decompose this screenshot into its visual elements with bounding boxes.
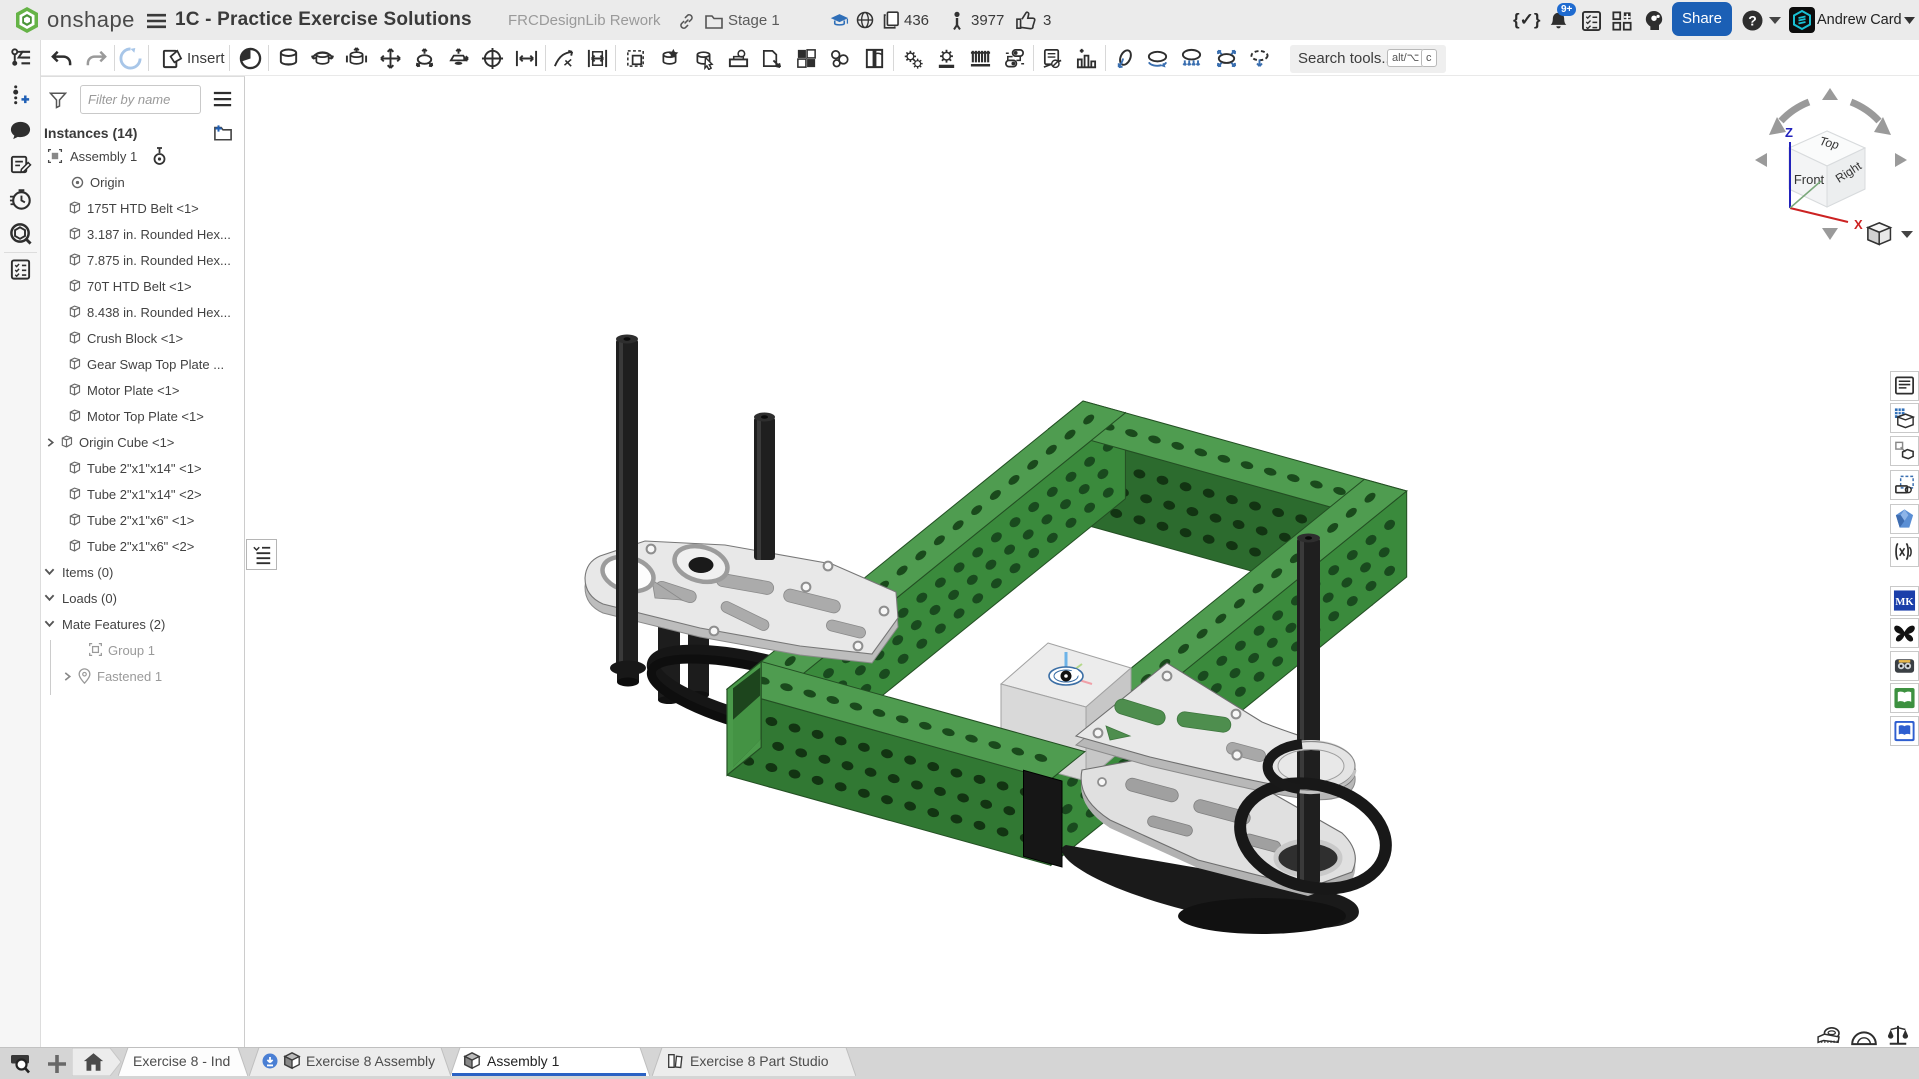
svg-text:Z: Z [1785,125,1793,140]
svg-text:?: ? [1748,13,1757,29]
svg-text:X: X [1854,217,1863,232]
svg-text:MK: MK [1895,597,1914,608]
svg-text:Front: Front [1794,172,1825,187]
